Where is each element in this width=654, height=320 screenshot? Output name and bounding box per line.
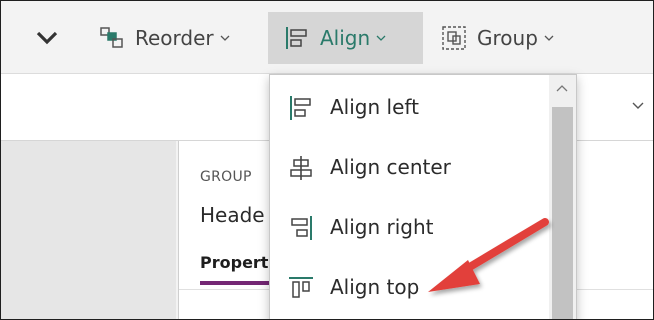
- scrollbar-thumb[interactable]: [552, 107, 573, 319]
- reorder-icon: [100, 27, 123, 48]
- menu-scrollbar[interactable]: [549, 75, 576, 319]
- group-button[interactable]: Group: [441, 12, 554, 64]
- chevron-up-icon[interactable]: [556, 83, 568, 93]
- menu-item-label: Align center: [330, 155, 451, 179]
- align-left-icon: [286, 27, 307, 49]
- menu-item-align-top[interactable]: Align top: [270, 259, 546, 315]
- group-caption: GROUP: [200, 169, 252, 185]
- chevron-down-icon[interactable]: [631, 98, 645, 112]
- menu-item-label: Align top: [330, 275, 420, 299]
- canvas-area: [1, 141, 176, 319]
- group-icon: [442, 26, 466, 50]
- tab-underline: [200, 281, 270, 285]
- align-top-icon: [289, 277, 313, 298]
- menu-item-label: Align right: [330, 215, 434, 239]
- reorder-label: Reorder: [135, 26, 214, 50]
- align-menu: Align left Align center Align right Alig…: [269, 74, 577, 319]
- app-window: Reorder Align Group GROUP Heade Propert …: [0, 0, 654, 320]
- menu-item-label: Align left: [330, 95, 419, 119]
- more-commands-button[interactable]: [29, 12, 65, 64]
- group-label: Group: [477, 26, 538, 50]
- toolbar: Reorder Align Group: [1, 1, 653, 74]
- align-left-icon: [290, 96, 311, 120]
- menu-item-align-center[interactable]: Align center: [270, 139, 546, 195]
- align-right-icon: [291, 216, 312, 240]
- chevron-down-icon: [376, 35, 386, 41]
- menu-item-align-left[interactable]: Align left: [270, 79, 546, 135]
- reorder-button[interactable]: Reorder: [99, 12, 230, 64]
- align-button[interactable]: Align: [268, 12, 423, 64]
- align-label: Align: [320, 26, 371, 50]
- align-center-icon: [290, 156, 312, 180]
- chevron-down-icon: [544, 35, 554, 41]
- chevron-down-icon: [36, 31, 58, 45]
- control-name: Heade: [200, 203, 265, 227]
- menu-item-align-right[interactable]: Align right: [270, 199, 546, 255]
- tab-properties[interactable]: Propert: [200, 253, 268, 272]
- chevron-down-icon: [220, 35, 230, 41]
